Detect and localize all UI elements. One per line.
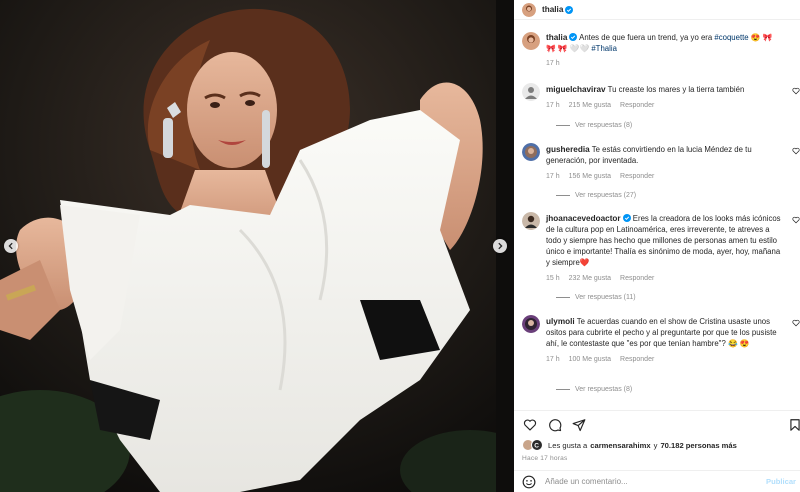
author-username[interactable]: thalia bbox=[542, 5, 563, 14]
post-side-panel: thalia thalia Antes de que fuera un tren… bbox=[514, 0, 800, 492]
likes-summary: C Les gusta a carmensarahimx y 70.182 pe… bbox=[522, 438, 737, 452]
comment-meta: 17 h 156 Me gusta Responder bbox=[546, 171, 784, 182]
comment-username[interactable]: miguelchavirav bbox=[546, 85, 606, 94]
verified-icon bbox=[569, 33, 578, 41]
view-replies-button[interactable]: Ver respuestas (11) bbox=[556, 294, 636, 301]
svg-text:C: C bbox=[534, 443, 539, 450]
post-media[interactable] bbox=[0, 0, 514, 492]
comment-likes[interactable]: 232 Me gusta bbox=[569, 273, 611, 284]
emoji-icon[interactable] bbox=[522, 475, 536, 489]
reply-button[interactable]: Responder bbox=[620, 100, 654, 111]
reply-button[interactable]: Responder bbox=[620, 273, 654, 284]
bookmark-icon[interactable] bbox=[788, 418, 800, 432]
heart-icon[interactable] bbox=[792, 216, 800, 224]
heart-icon[interactable] bbox=[792, 87, 800, 95]
comment-likes[interactable]: 215 Me gusta bbox=[569, 100, 611, 111]
author-avatar[interactable] bbox=[522, 2, 536, 17]
comment-item: jhoanacevedoactor Eres la creadora de lo… bbox=[522, 212, 800, 296]
comment-meta: 17 h 100 Me gusta Responder bbox=[546, 354, 784, 365]
comment-text: Tu creaste los mares y la tierra también bbox=[607, 85, 745, 94]
replies-divider bbox=[556, 195, 570, 196]
commenter-avatar[interactable] bbox=[522, 212, 540, 230]
next-image-button[interactable] bbox=[493, 239, 507, 253]
comments-list[interactable]: thalia Antes de que fuera un trend, ya y… bbox=[514, 21, 800, 408]
post-photo bbox=[0, 0, 514, 492]
add-comment-bar: Publicar bbox=[514, 470, 800, 492]
heart-icon[interactable] bbox=[792, 147, 800, 155]
view-replies-label[interactable]: Ver respuestas (27) bbox=[575, 192, 636, 199]
caption-emojis: 🎀 🎀 🤍🤍 bbox=[546, 44, 590, 53]
likes-prefix: Les gusta a bbox=[548, 440, 588, 450]
heart-icon[interactable] bbox=[792, 319, 800, 327]
comment-likes[interactable]: 156 Me gusta bbox=[569, 171, 611, 182]
view-replies-label[interactable]: Ver respuestas (11) bbox=[575, 294, 636, 301]
commenter-avatar[interactable] bbox=[522, 143, 540, 161]
comment-item: ulymoli Te acuerdas cuando en el show de… bbox=[522, 315, 800, 395]
comment-meta: 15 h 232 Me gusta Responder bbox=[546, 273, 784, 284]
comment-item: gusheredia Te estás convirtiendo en la l… bbox=[522, 143, 800, 197]
view-replies-button[interactable]: Ver respuestas (27) bbox=[556, 192, 636, 199]
comment-username[interactable]: jhoanacevedoactor bbox=[546, 214, 621, 223]
replies-divider bbox=[556, 389, 570, 390]
comment-time: 17 h bbox=[546, 356, 560, 363]
comment-time: 15 h bbox=[546, 275, 560, 282]
hashtag-link[interactable]: #coquette bbox=[714, 33, 748, 42]
view-replies-button[interactable]: Ver respuestas (8) bbox=[556, 386, 632, 393]
comment-text: Te acuerdas cuando en el show de Cristin… bbox=[546, 317, 777, 348]
comment-input[interactable] bbox=[545, 477, 745, 486]
commenter-avatar[interactable] bbox=[522, 315, 540, 333]
post-caption: thalia Antes de que fuera un trend, ya y… bbox=[522, 32, 792, 72]
view-replies-label[interactable]: Ver respuestas (8) bbox=[575, 386, 632, 393]
comment-meta: 17 h 215 Me gusta Responder bbox=[546, 100, 784, 111]
caption-username[interactable]: thalia bbox=[546, 33, 567, 42]
caption-text: Antes de que fuera un trend, ya yo era bbox=[579, 33, 713, 42]
verified-icon bbox=[622, 214, 631, 222]
hashtag-link[interactable]: #Thalia bbox=[591, 44, 617, 53]
comment-username[interactable]: gusheredia bbox=[546, 145, 590, 154]
replies-divider bbox=[556, 125, 570, 126]
share-icon[interactable] bbox=[572, 418, 586, 432]
commenter-avatar[interactable] bbox=[522, 83, 540, 101]
replies-divider bbox=[556, 297, 570, 298]
comment-icon[interactable] bbox=[548, 418, 562, 432]
caption-emojis: 😍 🎀 bbox=[750, 33, 773, 42]
likes-middle: y bbox=[653, 440, 658, 450]
chevron-left-icon bbox=[8, 242, 13, 250]
reply-button[interactable]: Responder bbox=[620, 171, 654, 182]
comment-username[interactable]: ulymoli bbox=[546, 317, 575, 326]
post-header: thalia bbox=[514, 0, 800, 20]
liker-avatars[interactable]: C bbox=[522, 439, 544, 451]
heart-icon[interactable] bbox=[523, 418, 537, 432]
author-avatar[interactable] bbox=[522, 32, 540, 50]
chevron-right-icon bbox=[498, 242, 503, 250]
post-timestamp[interactable]: Hace 17 horas bbox=[522, 455, 568, 462]
liker-username[interactable]: carmensarahimx bbox=[590, 441, 650, 450]
comment-time: 17 h bbox=[546, 102, 560, 109]
previous-image-button[interactable] bbox=[4, 239, 18, 253]
post-action-bar bbox=[514, 410, 800, 438]
publish-button[interactable]: Publicar bbox=[766, 477, 796, 486]
view-replies-button[interactable]: Ver respuestas (8) bbox=[556, 122, 632, 129]
likes-count[interactable]: 70.182 personas más bbox=[660, 441, 736, 450]
comment-likes[interactable]: 100 Me gusta bbox=[569, 354, 611, 365]
verified-icon bbox=[565, 5, 574, 14]
comment-time: 17 h bbox=[546, 173, 560, 180]
caption-time: 17 h bbox=[546, 60, 560, 67]
reply-button[interactable]: Responder bbox=[620, 354, 654, 365]
view-replies-label[interactable]: Ver respuestas (8) bbox=[575, 122, 632, 129]
